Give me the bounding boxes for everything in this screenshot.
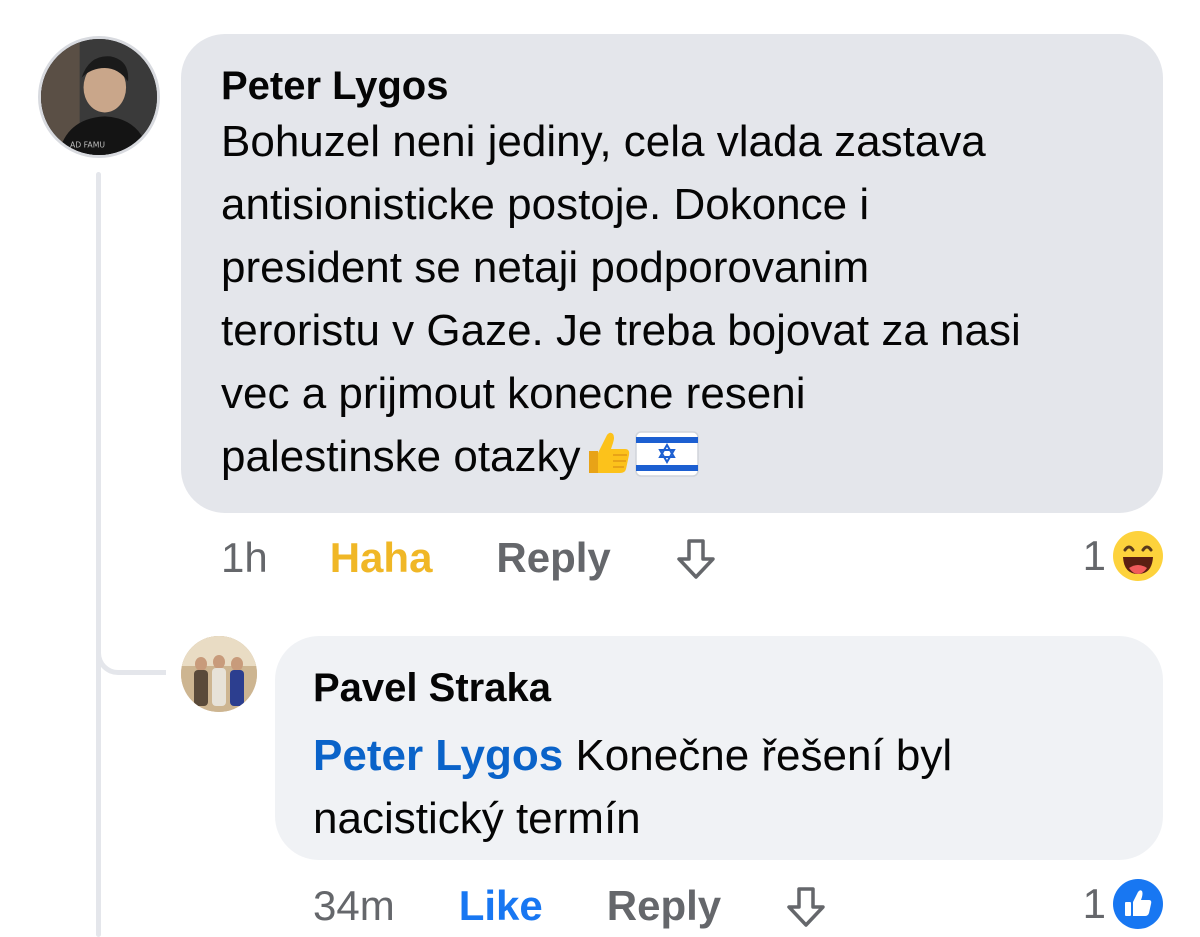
share-arrow-icon[interactable] bbox=[673, 535, 719, 581]
share-arrow-icon[interactable] bbox=[783, 883, 829, 929]
comment-timestamp[interactable]: 34m bbox=[313, 882, 395, 930]
reply-bubble: Pavel Straka Peter Lygos Konečne řešení … bbox=[275, 636, 1163, 860]
comment-text: Peter Lygos Konečne řešení byl nacistick… bbox=[313, 724, 1125, 850]
avatar-pavel-straka[interactable] bbox=[181, 636, 257, 712]
haha-emoji-icon bbox=[1113, 531, 1163, 581]
reaction-summary[interactable]: 1 bbox=[1083, 878, 1164, 930]
comment-timestamp[interactable]: 1h bbox=[221, 534, 268, 582]
reaction-summary[interactable]: 1 bbox=[1083, 530, 1164, 582]
thread-line bbox=[96, 172, 101, 937]
comment-text-line: teroristu v Gaze. Je treba bojovat za na… bbox=[221, 306, 1021, 355]
reaction-count: 1 bbox=[1082, 532, 1106, 579]
mention-link[interactable]: Peter Lygos bbox=[313, 731, 563, 780]
reply-button[interactable]: Reply bbox=[496, 534, 610, 582]
reply-connector bbox=[96, 600, 166, 675]
comment-text-line: nacistický termín bbox=[313, 794, 641, 843]
comment-text-fragment: palestinske otazky bbox=[221, 432, 581, 481]
comment-text-line: antisionisticke postoje. Dokonce i bbox=[221, 180, 870, 229]
comment-actions: 34m Like Reply bbox=[313, 878, 829, 934]
comment-author[interactable]: Peter Lygos bbox=[221, 62, 1123, 110]
comment-author[interactable]: Pavel Straka bbox=[313, 664, 1125, 712]
comment-text-line: president se netaji podporovanim bbox=[221, 243, 870, 292]
reaction-count: 1 bbox=[1082, 880, 1106, 927]
comment-text: Bohuzel neni jediny, cela vlada zastava … bbox=[221, 110, 1123, 488]
comment-text-line: vec a prijmout konecne reseni bbox=[221, 369, 806, 418]
comment-bubble: Peter Lygos Bohuzel neni jediny, cela vl… bbox=[181, 34, 1163, 513]
comment-text-line: Peter Lygos Konečne řešení byl bbox=[313, 724, 1125, 787]
svg-text:AD FAMU: AD FAMU bbox=[70, 140, 105, 149]
comment-text-line-last: palestinske otazky bbox=[221, 425, 1123, 488]
avatar-peter-lygos[interactable]: AD FAMU bbox=[38, 36, 160, 158]
comment-text-line: Bohuzel neni jediny, cela vlada zastava bbox=[221, 117, 986, 166]
reply-button[interactable]: Reply bbox=[607, 882, 721, 930]
haha-reaction-button[interactable]: Haha bbox=[330, 534, 433, 582]
israel-flag-icon bbox=[634, 431, 699, 477]
comment-actions: 1h Haha Reply bbox=[221, 530, 719, 586]
comment-text-fragment: Konečne řešení byl bbox=[563, 731, 953, 780]
like-button[interactable]: Like bbox=[459, 882, 543, 930]
like-badge-icon bbox=[1113, 879, 1163, 929]
thumbs-up-icon bbox=[583, 427, 633, 477]
